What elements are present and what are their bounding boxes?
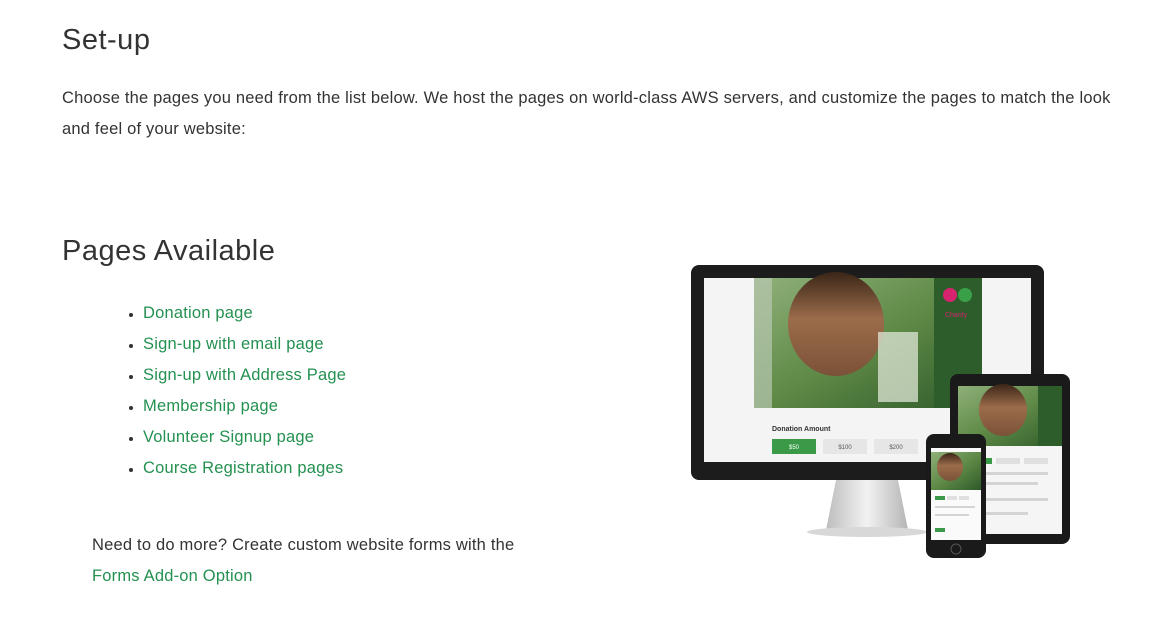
pages-list: Donation page Sign-up with email page Si…	[108, 298, 346, 484]
list-item: Donation page	[143, 298, 346, 329]
setup-title: Set-up	[62, 24, 151, 56]
list-item: Volunteer Signup page	[143, 422, 346, 453]
more-text: Need to do more? Create custom website f…	[92, 536, 515, 554]
volunteer-signup-page-link[interactable]: Volunteer Signup page	[143, 428, 314, 446]
phone-device	[926, 434, 986, 558]
list-item: Membership page	[143, 391, 346, 422]
signup-email-page-link[interactable]: Sign-up with email page	[143, 335, 324, 353]
amount-option: $200	[889, 445, 903, 451]
donation-page-link[interactable]: Donation page	[143, 304, 253, 322]
forms-addon-link[interactable]: Forms Add-on Option	[92, 567, 253, 585]
membership-page-link[interactable]: Membership page	[143, 397, 278, 415]
list-item: Sign-up with Address Page	[143, 360, 346, 391]
charity-logo: Charity	[945, 312, 968, 319]
more-paragraph: Need to do more? Create custom website f…	[92, 530, 562, 592]
list-item: Course Registration pages	[143, 453, 346, 484]
course-registration-pages-link[interactable]: Course Registration pages	[143, 459, 343, 477]
signup-address-page-link[interactable]: Sign-up with Address Page	[143, 366, 346, 384]
donation-amount-label: Donation Amount	[772, 426, 831, 433]
devices-illustration: Charity Donation Amount $50 $100 $200	[691, 265, 1070, 558]
pages-available-title: Pages Available	[62, 235, 276, 267]
amount-option: $50	[789, 445, 800, 451]
amount-option: $100	[838, 445, 852, 451]
list-item: Sign-up with email page	[143, 329, 346, 360]
setup-intro: Choose the pages you need from the list …	[62, 89, 1111, 138]
